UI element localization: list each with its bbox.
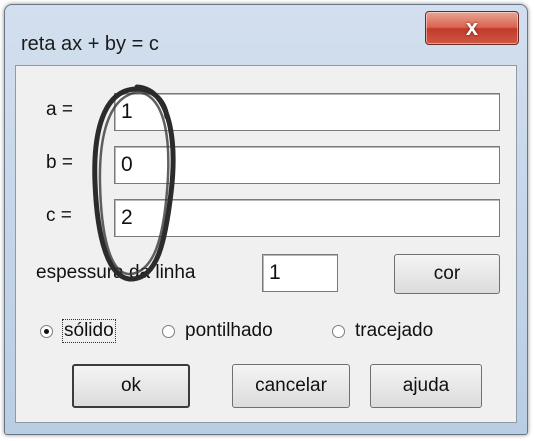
- radio-dotted-label: pontilhado: [185, 320, 273, 341]
- radio-dashed-label: tracejado: [355, 320, 434, 341]
- radio-dotted-indicator[interactable]: [162, 324, 175, 338]
- thickness-input[interactable]: [262, 254, 338, 292]
- radio-solid[interactable]: sólido: [40, 316, 116, 346]
- close-icon: x: [465, 15, 479, 40]
- radio-solid-indicator[interactable]: [40, 324, 53, 338]
- help-button[interactable]: ajuda: [370, 364, 482, 408]
- radio-solid-label: sólido: [62, 319, 116, 343]
- thickness-label: espessura da linha: [36, 262, 196, 283]
- label-b: b =: [46, 152, 73, 173]
- close-button[interactable]: x: [425, 11, 519, 45]
- input-c[interactable]: [114, 199, 500, 237]
- color-button[interactable]: cor: [394, 254, 500, 294]
- dialog-body: a = b = c = espessura da linha cor sólid…: [15, 65, 517, 423]
- dialog-window: reta ax + by = c x a = b = c = espessura…: [4, 4, 528, 435]
- title-bar[interactable]: reta ax + by = c x: [5, 5, 527, 65]
- input-a[interactable]: [114, 93, 500, 131]
- radio-dotted[interactable]: pontilhado: [162, 316, 273, 346]
- window-title: reta ax + by = c: [21, 33, 159, 55]
- ok-button[interactable]: ok: [72, 364, 190, 408]
- label-c: c =: [46, 205, 72, 226]
- cancel-button[interactable]: cancelar: [232, 364, 350, 408]
- label-a: a =: [46, 99, 73, 120]
- input-b[interactable]: [114, 146, 500, 184]
- radio-dashed[interactable]: tracejado: [332, 316, 433, 346]
- radio-dashed-indicator[interactable]: [332, 324, 345, 338]
